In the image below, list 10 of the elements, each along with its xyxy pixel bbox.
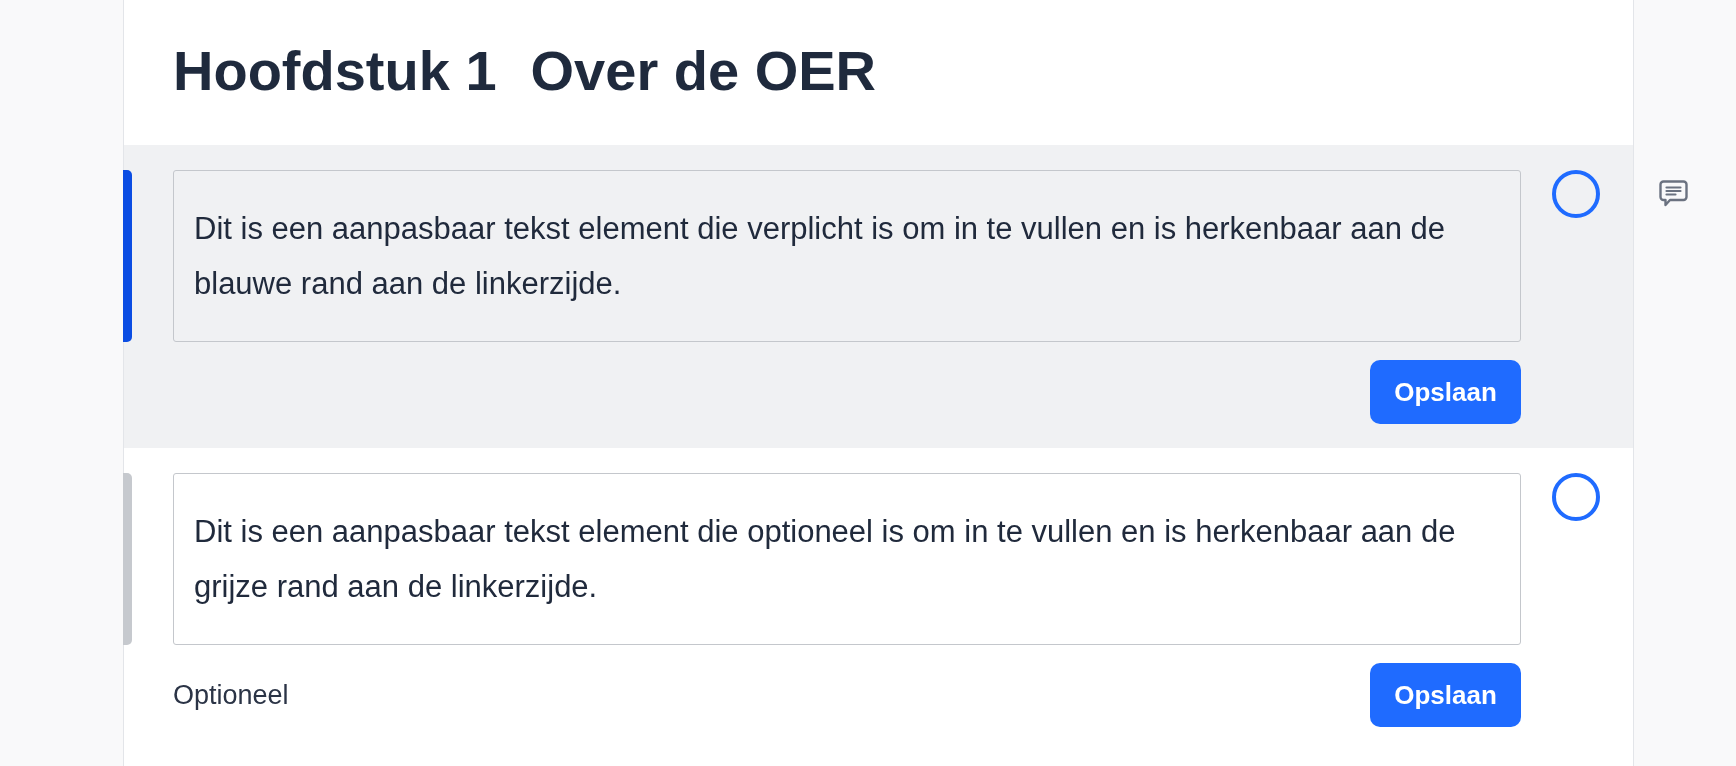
chapter-title: Over de OER: [530, 38, 877, 104]
ring-icon[interactable]: [1552, 170, 1600, 218]
save-button[interactable]: Opslaan: [1370, 360, 1521, 424]
text-field[interactable]: Dit is een aanpasbaar tekst element die verplicht is om in te vullen en is herkenbaar aan de blauwe rand aan de linkerzijde.: [173, 170, 1521, 342]
save-button[interactable]: Opslaan: [1370, 663, 1521, 727]
comment-icon[interactable]: [1659, 180, 1688, 207]
chapter-label: Hoofdstuk 1: [173, 38, 497, 104]
optional-label: Optioneel: [173, 679, 289, 711]
text-field[interactable]: Dit is een aanpasbaar tekst element die optioneel is om in te vullen en is herkenbaar aan de grijze rand aan de linkerzijde.: [173, 473, 1521, 645]
ring-icon[interactable]: [1552, 473, 1600, 521]
